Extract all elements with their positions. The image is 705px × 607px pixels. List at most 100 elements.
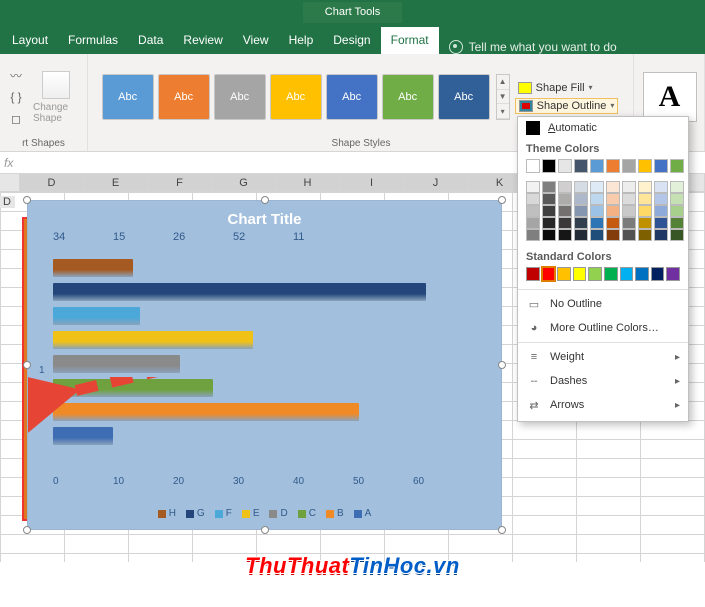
col-F[interactable]: F: [148, 174, 212, 191]
style-thumb-1[interactable]: Abc: [102, 74, 154, 120]
style-thumb-7[interactable]: Abc: [438, 74, 490, 120]
theme-swatch[interactable]: [622, 205, 636, 217]
shape-fill-button[interactable]: Shape Fill ▾: [515, 81, 619, 95]
theme-swatch[interactable]: [622, 217, 636, 229]
theme-swatch[interactable]: [670, 159, 684, 173]
theme-swatch[interactable]: [558, 193, 572, 205]
theme-swatch[interactable]: [638, 181, 652, 193]
bar-G[interactable]: [53, 283, 426, 301]
tab-format[interactable]: Format: [381, 27, 439, 54]
theme-colors-row1[interactable]: [518, 157, 688, 179]
chart-legend[interactable]: HGFEDCBA: [28, 508, 501, 519]
bar-C[interactable]: [53, 379, 213, 397]
tab-data[interactable]: Data: [128, 27, 173, 54]
standard-swatch[interactable]: [588, 267, 602, 281]
gallery-scroll[interactable]: ▲▼▾: [496, 74, 510, 120]
theme-swatch[interactable]: [606, 217, 620, 229]
theme-swatch[interactable]: [622, 193, 636, 205]
menu-more-outline-colors[interactable]: ◕ More Outline Colors…: [518, 316, 688, 340]
tab-view[interactable]: View: [233, 27, 279, 54]
theme-swatch[interactable]: [638, 193, 652, 205]
embedded-chart[interactable]: Chart Title 34 15 26 52 11 1 0 10 20 30 …: [27, 200, 502, 530]
bar-F[interactable]: [53, 307, 140, 325]
style-thumb-5[interactable]: Abc: [326, 74, 378, 120]
theme-swatch[interactable]: [526, 193, 540, 205]
tab-formulas[interactable]: Formulas: [58, 27, 128, 54]
theme-swatch[interactable]: [558, 159, 572, 173]
standard-swatch[interactable]: [651, 267, 665, 281]
theme-swatch[interactable]: [526, 205, 540, 217]
theme-swatch[interactable]: [558, 217, 572, 229]
theme-swatch[interactable]: [590, 181, 604, 193]
tab-help[interactable]: Help: [279, 27, 324, 54]
theme-swatch[interactable]: [606, 193, 620, 205]
theme-swatch[interactable]: [606, 229, 620, 241]
theme-swatch[interactable]: [606, 181, 620, 193]
col-J[interactable]: J: [404, 174, 468, 191]
theme-swatch[interactable]: [622, 181, 636, 193]
theme-swatch[interactable]: [670, 205, 684, 217]
bar-D[interactable]: [53, 355, 180, 373]
theme-swatch[interactable]: [654, 205, 668, 217]
style-thumb-6[interactable]: Abc: [382, 74, 434, 120]
shapes-bracket-icon[interactable]: { }: [5, 86, 27, 108]
bar-B[interactable]: [53, 403, 359, 421]
legend-item[interactable]: F: [215, 508, 232, 519]
bar-H[interactable]: [53, 259, 133, 277]
theme-swatch[interactable]: [574, 193, 588, 205]
theme-swatch[interactable]: [574, 159, 588, 173]
menu-no-outline[interactable]: ▭ No Outline: [518, 292, 688, 316]
legend-item[interactable]: E: [242, 508, 260, 519]
theme-swatch[interactable]: [606, 159, 620, 173]
theme-swatch[interactable]: [526, 217, 540, 229]
menu-automatic[interactable]: Automatic: [518, 117, 688, 139]
theme-swatch[interactable]: [590, 159, 604, 173]
theme-swatch[interactable]: [542, 193, 556, 205]
menu-weight[interactable]: ≡ Weight ▸: [518, 345, 688, 369]
bar-A[interactable]: [53, 427, 113, 445]
col-E[interactable]: E: [84, 174, 148, 191]
wordart-style-button[interactable]: A: [643, 72, 697, 122]
menu-arrows[interactable]: ⇄ Arrows ▸: [518, 393, 688, 417]
theme-swatch[interactable]: [574, 217, 588, 229]
theme-swatch[interactable]: [654, 159, 668, 173]
legend-item[interactable]: C: [298, 508, 316, 519]
theme-swatch[interactable]: [526, 159, 540, 173]
col-I[interactable]: I: [340, 174, 404, 191]
standard-swatch[interactable]: [620, 267, 634, 281]
theme-swatch[interactable]: [590, 229, 604, 241]
shapes-callout-icon[interactable]: ◻: [5, 108, 27, 130]
col-D[interactable]: D: [20, 174, 84, 191]
theme-swatch[interactable]: [654, 217, 668, 229]
theme-swatch[interactable]: [622, 229, 636, 241]
theme-colors-shades[interactable]: [518, 179, 688, 247]
shapes-curve-icon[interactable]: 〰: [5, 64, 27, 86]
style-thumb-3[interactable]: Abc: [214, 74, 266, 120]
tab-layout[interactable]: Layout: [2, 27, 58, 54]
theme-swatch[interactable]: [574, 205, 588, 217]
theme-swatch[interactable]: [542, 181, 556, 193]
theme-swatch[interactable]: [638, 229, 652, 241]
col-H[interactable]: H: [276, 174, 340, 191]
standard-colors-row[interactable]: [518, 265, 688, 287]
legend-item[interactable]: B: [326, 508, 344, 519]
bar-E[interactable]: [53, 331, 253, 349]
theme-swatch[interactable]: [558, 205, 572, 217]
menu-dashes[interactable]: ╌ Dashes ▸: [518, 369, 688, 393]
theme-swatch[interactable]: [622, 159, 636, 173]
theme-swatch[interactable]: [638, 217, 652, 229]
theme-swatch[interactable]: [654, 181, 668, 193]
theme-swatch[interactable]: [574, 181, 588, 193]
theme-swatch[interactable]: [606, 205, 620, 217]
standard-swatch[interactable]: [526, 267, 540, 281]
theme-swatch[interactable]: [638, 159, 652, 173]
theme-swatch[interactable]: [670, 181, 684, 193]
chart-plot-area[interactable]: 1: [53, 255, 486, 474]
theme-swatch[interactable]: [542, 229, 556, 241]
theme-swatch[interactable]: [526, 181, 540, 193]
theme-swatch[interactable]: [542, 205, 556, 217]
theme-swatch[interactable]: [590, 217, 604, 229]
standard-swatch[interactable]: [542, 267, 556, 281]
tell-me[interactable]: Tell me what you want to do: [449, 40, 617, 54]
chart-title[interactable]: Chart Title: [28, 211, 501, 228]
